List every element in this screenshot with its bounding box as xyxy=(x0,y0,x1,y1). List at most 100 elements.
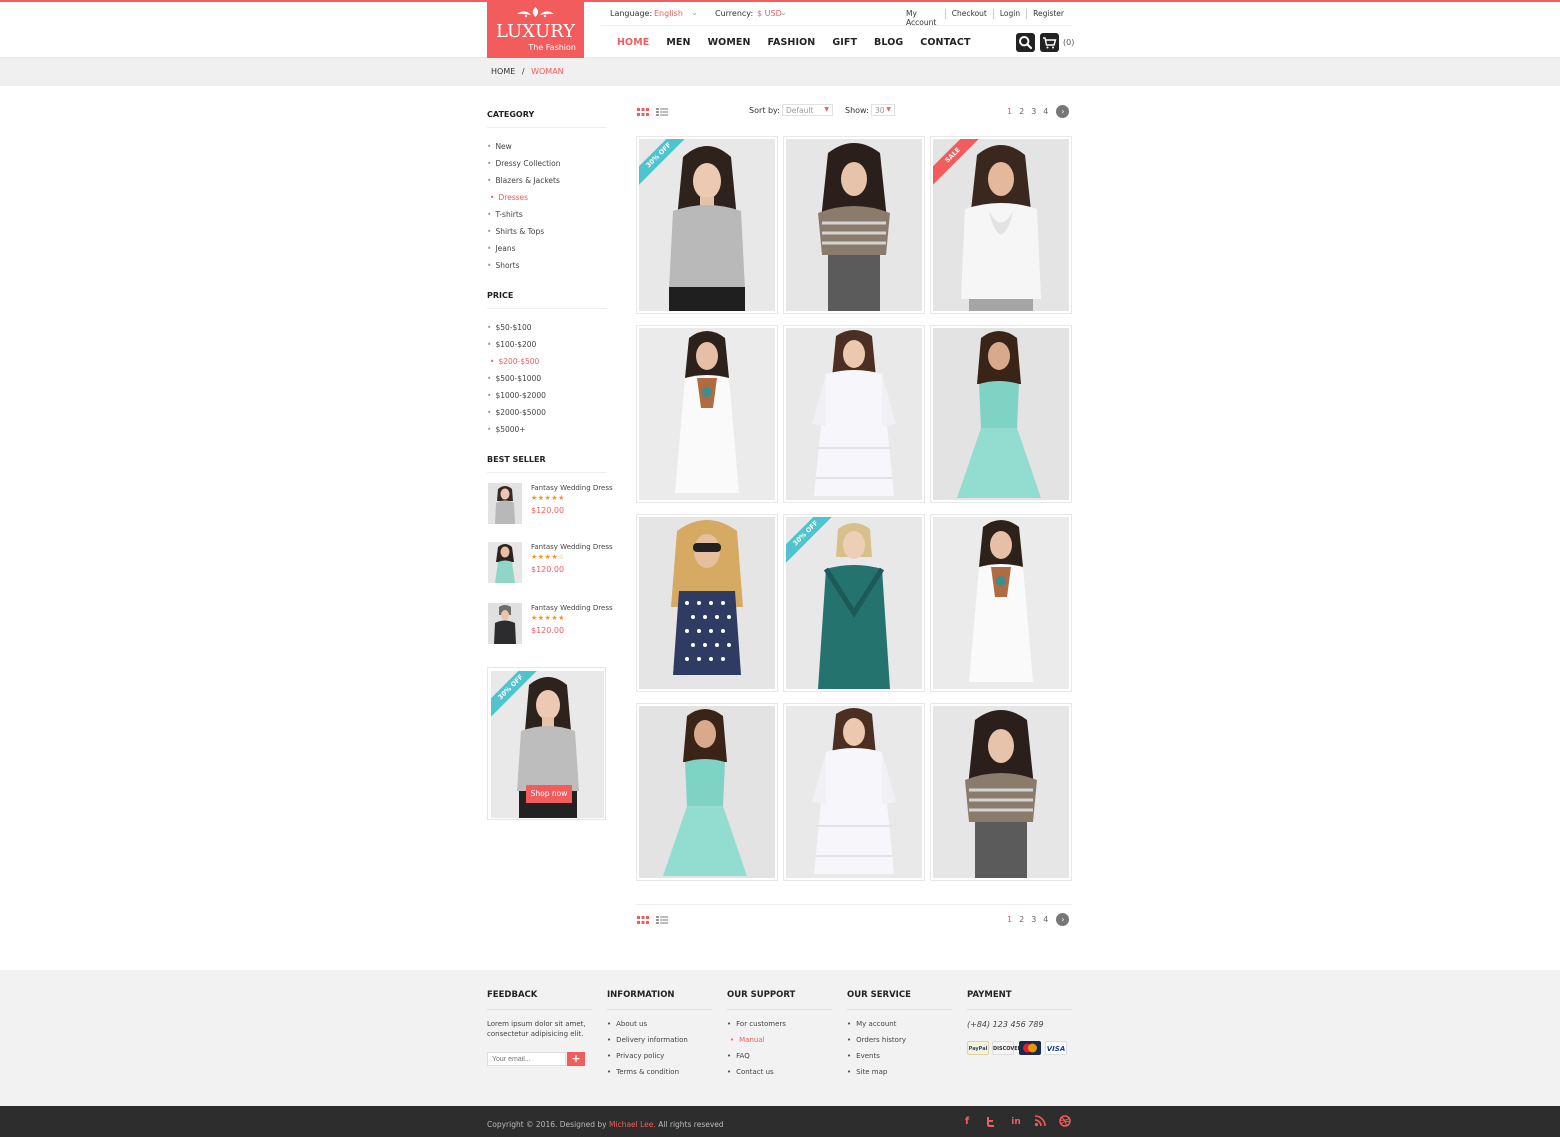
product-image[interactable]: SALE xyxy=(933,139,1069,311)
bestseller-name[interactable]: Fantasy Wedding Dress xyxy=(531,543,613,551)
product-image[interactable]: 30% OFF xyxy=(639,139,775,311)
show-select[interactable]: 30 ▼ xyxy=(871,104,895,116)
page-link[interactable]: 2 xyxy=(1019,107,1024,116)
cart-button[interactable] xyxy=(1040,33,1059,52)
nav-fashion[interactable]: FASHION xyxy=(768,37,816,48)
footer-link[interactable]: • Site map xyxy=(847,1068,887,1076)
category-item-active[interactable]: • Dresses xyxy=(490,193,528,202)
my-account-link[interactable]: My Account xyxy=(900,9,945,27)
category-item[interactable]: • Jeans xyxy=(487,244,516,253)
footer-link[interactable]: • For customers xyxy=(727,1020,786,1028)
page-link[interactable]: 4 xyxy=(1043,107,1048,116)
currency-select[interactable]: $ USD xyxy=(757,9,782,18)
nav-contact[interactable]: CONTACT xyxy=(920,37,970,48)
author-link[interactable]: Michael Lee. xyxy=(609,1120,656,1129)
product-image[interactable] xyxy=(639,706,775,878)
register-link[interactable]: Register xyxy=(1026,9,1070,19)
nav-home[interactable]: HOME xyxy=(617,37,649,48)
product-card[interactable] xyxy=(783,136,925,314)
footer-link[interactable]: • My account xyxy=(847,1020,896,1028)
rss-icon[interactable] xyxy=(1033,1115,1047,1129)
price-item[interactable]: • $50-$100 xyxy=(487,323,532,332)
product-card[interactable] xyxy=(636,703,778,881)
subscribe-button[interactable]: + xyxy=(567,1052,585,1066)
product-card[interactable]: 30% OFF xyxy=(783,514,925,692)
nav-blog[interactable]: BLOG xyxy=(874,37,903,48)
bestseller-thumb[interactable] xyxy=(488,483,522,524)
sort-select[interactable]: Default ▼ xyxy=(782,104,833,116)
product-card[interactable] xyxy=(636,514,778,692)
product-card[interactable] xyxy=(783,703,925,881)
price-item[interactable]: • $500-$1000 xyxy=(487,374,541,383)
breadcrumb-home[interactable]: HOME xyxy=(491,67,515,76)
product-card[interactable] xyxy=(930,703,1072,881)
category-item[interactable]: • New xyxy=(487,142,512,151)
linkedin-icon[interactable]: in xyxy=(1009,1115,1023,1129)
price-item[interactable]: • $100-$200 xyxy=(487,340,536,349)
category-item[interactable]: • Blazers & Jackets xyxy=(487,176,560,185)
list-view-icon[interactable] xyxy=(656,916,668,924)
footer-link[interactable]: • Privacy policy xyxy=(607,1052,664,1060)
dribbble-icon[interactable] xyxy=(1058,1115,1072,1129)
page-link[interactable]: 1 xyxy=(1007,107,1012,116)
category-item[interactable]: • Dressy Collection xyxy=(487,159,560,168)
category-item[interactable]: • Shirts & Tops xyxy=(487,227,544,236)
chevron-right-icon[interactable]: › xyxy=(1056,105,1070,118)
footer-link[interactable]: • Contact us xyxy=(727,1068,774,1076)
price-item[interactable]: • $1000-$2000 xyxy=(487,391,546,400)
grid-view-icon[interactable] xyxy=(637,108,649,116)
product-card[interactable] xyxy=(930,325,1072,503)
footer-link[interactable]: • Terms & condition xyxy=(607,1068,679,1076)
list-view-icon[interactable] xyxy=(656,108,668,116)
shop-now-button[interactable]: Shop now xyxy=(526,785,572,803)
page-link[interactable]: 3 xyxy=(1031,915,1036,924)
checkout-link[interactable]: Checkout xyxy=(944,9,993,19)
page-link[interactable]: 3 xyxy=(1031,107,1036,116)
bestseller-thumb[interactable] xyxy=(488,603,522,644)
bestseller-thumb[interactable] xyxy=(488,542,522,583)
page-link[interactable]: 2 xyxy=(1019,915,1024,924)
grid-view-icon[interactable] xyxy=(637,916,649,924)
search-button[interactable] xyxy=(1016,33,1035,52)
email-field[interactable] xyxy=(487,1052,566,1066)
product-image[interactable] xyxy=(933,706,1069,878)
nav-women[interactable]: WOMEN xyxy=(708,37,751,48)
product-card[interactable]: 30% OFF xyxy=(636,136,778,314)
category-item[interactable]: • T-shirts xyxy=(487,210,523,219)
price-item-active[interactable]: • $200-$500 xyxy=(490,357,539,366)
product-image[interactable] xyxy=(786,328,922,500)
product-image[interactable] xyxy=(786,706,922,878)
product-card[interactable] xyxy=(783,325,925,503)
nav-gift[interactable]: GIFT xyxy=(832,37,857,48)
page-link[interactable]: 4 xyxy=(1043,915,1048,924)
nav-men[interactable]: MEN xyxy=(666,37,690,48)
product-image[interactable]: 30% OFF xyxy=(786,517,922,689)
price-item[interactable]: • $5000+ xyxy=(487,425,526,434)
language-select[interactable]: English xyxy=(654,9,683,18)
chevron-down-icon[interactable]: ⌄ xyxy=(691,8,698,17)
twitter-icon[interactable] xyxy=(984,1115,998,1129)
promo-banner[interactable]: 30% OFF Shop now xyxy=(487,667,606,820)
product-card[interactable] xyxy=(930,514,1072,692)
price-item[interactable]: • $2000-$5000 xyxy=(487,408,546,417)
product-image[interactable] xyxy=(639,328,775,500)
chevron-down-icon[interactable]: ⌄ xyxy=(780,8,787,17)
bestseller-name[interactable]: Fantasy Wedding Dress xyxy=(531,604,613,612)
product-image[interactable] xyxy=(786,139,922,311)
footer-link[interactable]: • About us xyxy=(607,1020,647,1028)
logo[interactable]: LUXURY The Fashion xyxy=(487,0,584,58)
footer-link[interactable]: • Delivery information xyxy=(607,1036,688,1044)
login-link[interactable]: Login xyxy=(992,9,1026,19)
footer-link[interactable]: • FAQ xyxy=(727,1052,750,1060)
category-item[interactable]: • Shorts xyxy=(487,261,519,270)
chevron-right-icon[interactable]: › xyxy=(1056,913,1070,926)
product-image[interactable] xyxy=(639,517,775,689)
bestseller-name[interactable]: Fantasy Wedding Dress xyxy=(531,484,613,492)
page-link[interactable]: 1 xyxy=(1007,915,1012,924)
product-card[interactable]: SALE xyxy=(930,136,1072,314)
footer-link[interactable]: • Orders history xyxy=(847,1036,906,1044)
product-image[interactable] xyxy=(933,517,1069,689)
footer-link-active[interactable]: • Manual xyxy=(730,1036,765,1044)
product-image[interactable] xyxy=(933,328,1069,500)
product-card[interactable] xyxy=(636,325,778,503)
